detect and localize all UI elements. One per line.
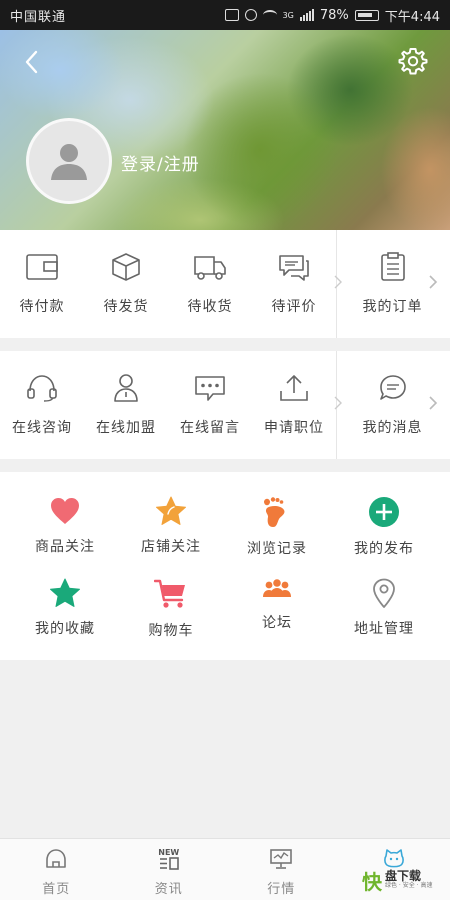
tab-label: 首页	[42, 882, 71, 897]
chevron-right-icon	[334, 396, 342, 410]
star-icon	[156, 496, 186, 525]
package-icon	[112, 253, 140, 281]
watermark-text-group: 盘下载 绿色 · 安全 · 高速	[385, 870, 432, 890]
carrier-name: 中国联通	[10, 9, 67, 25]
my-orders-label: 我的订单	[362, 299, 423, 315]
my-favorites[interactable]: 我的收藏	[9, 578, 121, 638]
order-item-label: 待收货	[187, 299, 233, 315]
service-item-label: 在线加盟	[96, 420, 156, 436]
feature-item-label: 地址管理	[354, 621, 414, 637]
news-icon: NEW	[158, 848, 180, 870]
cart-icon	[154, 579, 185, 608]
order-status-row: 待付款 待发货 待收货 待评价 我的订单	[0, 230, 450, 338]
star-green-icon	[50, 578, 80, 607]
feature-item-label: 浏览记录	[247, 541, 307, 557]
status-icons: 3G 78% 下午4:44	[224, 6, 440, 25]
battery-percent: 78%	[319, 7, 349, 23]
gear-icon[interactable]	[398, 46, 428, 76]
monitor-icon	[270, 849, 293, 869]
profile-header: 登录/注册	[0, 30, 450, 230]
signal-icon	[299, 9, 314, 21]
clipboard-icon	[380, 252, 405, 281]
chevron-right-icon	[334, 275, 342, 289]
chevron-right-icon	[429, 396, 438, 410]
shopping-cart[interactable]: 购物车	[115, 578, 227, 640]
watermark-logo: 快 盘下载 绿色 · 安全 · 高速	[362, 866, 444, 894]
feature-item-label: 我的收藏	[35, 621, 95, 637]
tab-label: 行情	[267, 882, 296, 897]
order-item-label: 待发货	[103, 299, 149, 315]
home-icon	[46, 849, 67, 868]
news-badge: NEW	[158, 848, 180, 857]
forum[interactable]: 论坛	[221, 578, 333, 632]
comment-icon	[279, 255, 309, 281]
truck-icon	[194, 256, 226, 280]
tab-home[interactable]: 首页	[0, 839, 113, 900]
location-pin-icon	[373, 578, 395, 608]
service-item-label: 申请职位	[264, 420, 324, 436]
heart-icon	[51, 498, 79, 524]
order-pending-review[interactable]: 待评价	[252, 230, 336, 338]
watermark-text: 盘下载	[385, 869, 422, 883]
tab-label: 资讯	[154, 882, 183, 897]
feature-item-label: 论坛	[262, 615, 292, 631]
wifi-icon	[262, 10, 277, 20]
tab-news[interactable]: NEW 资讯	[113, 839, 226, 900]
apply-position[interactable]: 申请职位	[252, 351, 336, 459]
user-silhouette-icon	[51, 144, 87, 180]
feature-item-label: 商品关注	[35, 539, 95, 555]
message-dots-icon	[195, 376, 225, 401]
chevron-right-icon	[429, 275, 438, 289]
feature-item-label: 我的发布	[354, 541, 414, 557]
address-management[interactable]: 地址管理	[328, 578, 440, 638]
my-messages-button[interactable]: 我的消息	[334, 351, 448, 459]
clock: 下午4:44	[384, 9, 440, 25]
back-arrow-icon[interactable]	[18, 48, 46, 76]
status-bar: 中国联通 3G 78% 下午4:44	[0, 0, 450, 30]
network-type: 3G	[282, 10, 294, 20]
online-consult[interactable]: 在线咨询	[0, 351, 84, 459]
footprint-icon	[264, 497, 285, 527]
login-register-link[interactable]: 登录/注册	[121, 150, 200, 175]
order-item-label: 待评价	[271, 299, 317, 315]
feature-item-label: 店铺关注	[141, 539, 201, 555]
alarm-icon	[244, 9, 257, 21]
order-pending-ship[interactable]: 待发货	[84, 230, 168, 338]
wallet-icon	[26, 254, 58, 280]
avatar[interactable]	[26, 118, 112, 204]
watermark-mark: 快	[362, 869, 382, 894]
online-message[interactable]: 在线留言	[168, 351, 252, 459]
group-icon	[263, 579, 291, 597]
service-item-label: 在线留言	[180, 420, 240, 436]
service-item-label: 在线咨询	[12, 420, 72, 436]
product-follow[interactable]: 商品关注	[9, 496, 121, 556]
service-row: 在线咨询 在线加盟 在线留言 申请职位 我的消息	[0, 351, 450, 459]
store-follow[interactable]: 店铺关注	[115, 496, 227, 556]
vibrate-icon	[224, 9, 239, 21]
order-pending-payment[interactable]: 待付款	[0, 230, 84, 338]
battery-icon	[354, 9, 379, 21]
headset-icon	[27, 375, 57, 402]
browse-history[interactable]: 浏览记录	[221, 496, 333, 558]
online-join[interactable]: 在线加盟	[84, 351, 168, 459]
user-join-icon	[114, 374, 138, 402]
order-pending-receive[interactable]: 待收货	[168, 230, 252, 338]
feature-item-label: 购物车	[148, 623, 194, 639]
my-posts[interactable]: 我的发布	[328, 496, 440, 558]
my-orders-button[interactable]: 我的订单	[334, 230, 448, 338]
tab-market[interactable]: 行情	[225, 839, 338, 900]
mobile-page: 中国联通 3G 78% 下午4:44 登录/注册 待付款 待发货 待收货 待评价…	[0, 0, 450, 900]
plus-circle-icon	[369, 497, 399, 527]
watermark-subtext: 绿色 · 安全 · 高速	[385, 882, 433, 889]
order-item-label: 待付款	[19, 299, 65, 315]
chat-bubble-icon	[379, 375, 406, 400]
feature-grid: 商品关注 店铺关注 浏览记录 我的发布 我的收藏 购物车 论坛 地址管理	[0, 472, 450, 660]
my-messages-label: 我的消息	[362, 420, 423, 436]
upload-icon	[280, 375, 308, 401]
